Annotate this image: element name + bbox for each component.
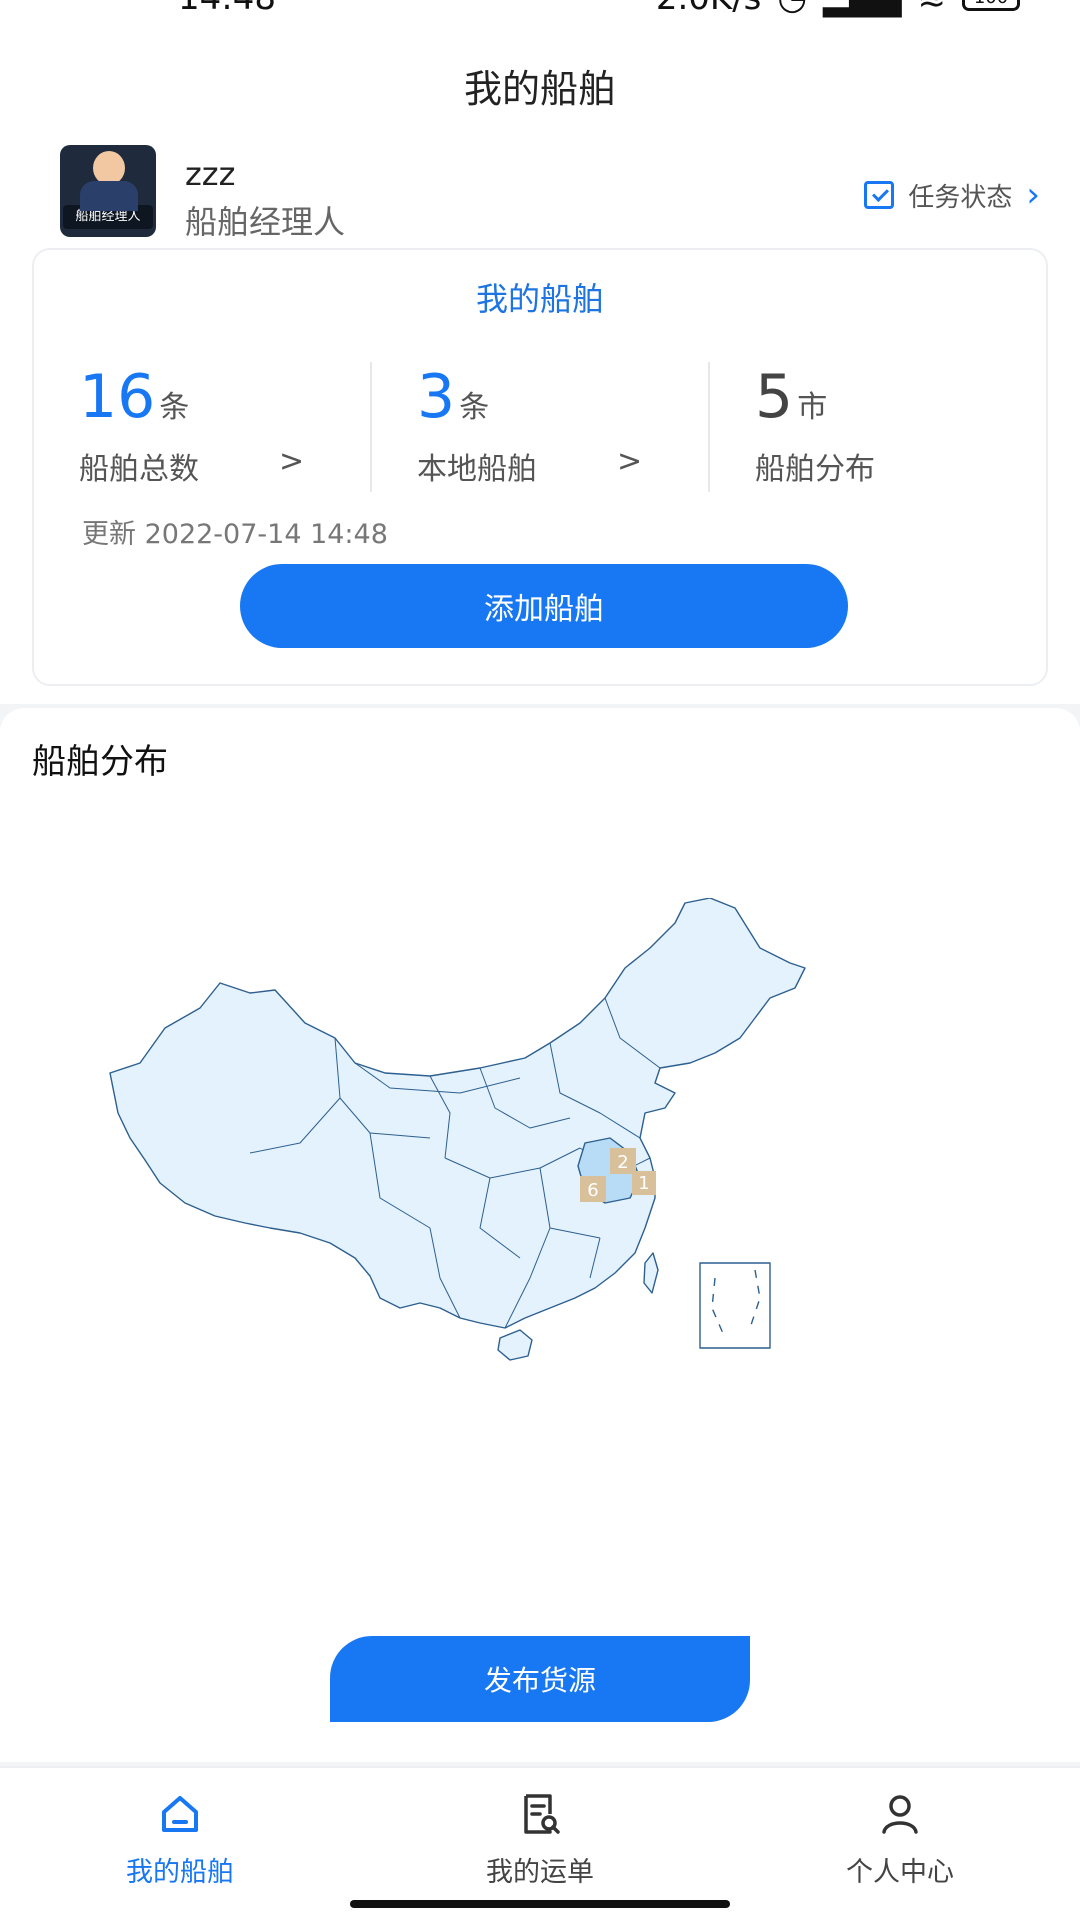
user-role: 船舶经理人 — [185, 203, 346, 241]
chevron-right-icon: › — [1026, 175, 1040, 215]
ship-summary-card: 我的船舶 16 条 船舶总数 > 3条 本地船舶 > 5市 船舶分布 更新 202… — [32, 248, 1048, 686]
map-taiwan — [643, 1252, 659, 1294]
stats-row: 16 条 船舶总数 > 3条 本地船舶 > 5市 船舶分布 — [34, 362, 1046, 492]
page-title: 我的船舶 — [463, 67, 616, 111]
avatar[interactable]: 船舶经理人 — [60, 145, 156, 237]
bottom-nav: 我的船舶 我的运单 个人中心 — [0, 1766, 1080, 1920]
chevron-right-icon: > — [279, 444, 305, 479]
stat-distribution: 5市 船舶分布 — [708, 362, 1046, 492]
tab-personal-center[interactable]: 个人中心 — [720, 1768, 1080, 1920]
profile-row: 船舶经理人 zzz 船舶经理人 任务状态 › — [60, 145, 1040, 241]
stat-local-ships[interactable]: 3条 本地船舶 > — [370, 362, 708, 492]
map-marker-count: 1 — [638, 1173, 649, 1194]
tab-my-ships[interactable]: 我的船舶 — [0, 1768, 360, 1920]
map-inset-south-sea — [699, 1262, 771, 1349]
signal-icon: ▂▄▆ — [823, 0, 901, 18]
add-ship-button[interactable]: 添加船舶 — [240, 564, 848, 648]
stat-value: 3条 — [417, 362, 490, 432]
stat-value: 16 条 — [79, 362, 190, 432]
card-title: 我的船舶 — [475, 280, 604, 318]
chevron-right-icon: > — [617, 444, 643, 479]
china-map[interactable]: 2 6 1 — [100, 898, 980, 1458]
distribution-title: 船舶分布 — [32, 742, 168, 782]
user-icon — [882, 1795, 918, 1834]
alarm-icon: ◷ — [777, 0, 807, 18]
map-hainan — [497, 1329, 533, 1361]
user-name: zzz — [185, 155, 236, 193]
network-speed: 2.0K/s — [656, 0, 762, 18]
status-time: 14:48 — [178, 0, 276, 18]
home-icon — [162, 1796, 198, 1832]
publish-cargo-button[interactable]: 发布货源 — [330, 1636, 750, 1722]
status-right: 2.0K/s ◷ ▂▄▆ ≋ 100 — [656, 0, 1020, 18]
battery-icon: 100 — [962, 0, 1020, 11]
stat-total-ships[interactable]: 16 条 船舶总数 > — [34, 362, 370, 492]
updated-timestamp: 更新 2022-07-14 14:48 — [82, 519, 388, 550]
tab-label: 我的船舶 — [126, 1857, 234, 1888]
stat-label: 船舶分布 — [755, 452, 875, 487]
stat-label: 船舶总数 — [79, 452, 199, 487]
task-status-link[interactable]: 任务状态 › — [864, 175, 1040, 215]
map-marker-count: 2 — [617, 1152, 628, 1173]
stat-label: 本地船舶 — [417, 452, 537, 487]
task-status-label: 任务状态 — [908, 182, 1013, 213]
task-check-icon — [864, 181, 895, 209]
avatar-suit — [80, 181, 138, 211]
map-regions — [109, 898, 806, 1361]
tab-label: 个人中心 — [846, 1857, 954, 1888]
status-bar: 14:48 2.0K/s ◷ ▂▄▆ ≋ 100 — [0, 0, 1080, 24]
app-screen: 14:48 2.0K/s ◷ ▂▄▆ ≋ 100 我的船舶 船舶经理人 zzz … — [0, 0, 1080, 1920]
document-search-icon — [524, 1794, 560, 1834]
tab-my-waybills[interactable]: 我的运单 — [360, 1768, 720, 1920]
stat-value: 5市 — [755, 362, 828, 432]
distribution-panel: 船舶分布 2 6 1 发布货源 — [0, 708, 1080, 1762]
avatar-face — [93, 151, 125, 185]
tab-label: 我的运单 — [486, 1857, 594, 1888]
home-indicator[interactable] — [350, 1900, 730, 1908]
wifi-icon: ≋ — [918, 0, 947, 18]
map-marker-count: 6 — [587, 1180, 598, 1201]
